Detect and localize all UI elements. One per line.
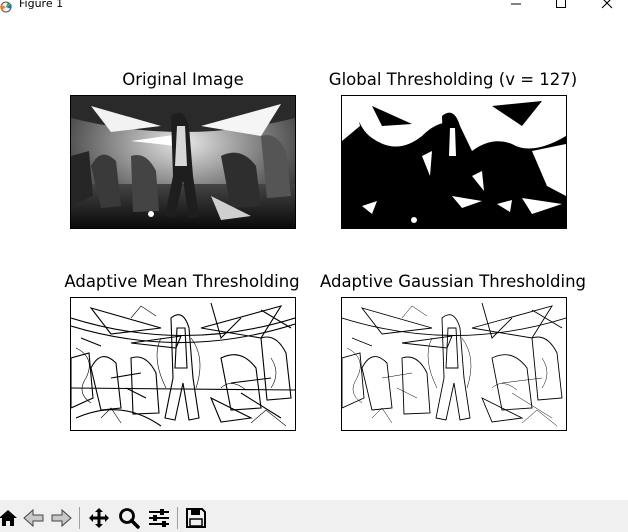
minimize-button[interactable] [493,0,539,12]
save-button[interactable] [184,507,208,529]
toolbar-separator [79,507,80,529]
figure-canvas[interactable]: Original Image Global Thresholding (v = … [0,12,628,500]
back-button[interactable] [22,507,46,529]
back-arrow-icon [23,508,44,528]
matplotlib-app-icon [0,0,14,13]
figure-window: Figure 1 Original Image Global Threshold… [0,0,628,532]
save-floppy-icon [186,508,206,528]
subplot-title-global: Global Thresholding (v = 127) [328,70,578,89]
navigation-toolbar [0,500,628,532]
configure-subplots-icon [149,509,169,527]
home-button[interactable] [0,507,20,529]
title-bar: Figure 1 [0,0,628,13]
configure-subplots-button[interactable] [147,507,171,529]
zoom-button[interactable] [117,507,141,529]
maximize-icon [556,0,566,8]
window-title: Figure 1 [19,0,64,10]
home-icon [0,510,17,526]
close-button[interactable] [584,0,628,12]
subplot-title-adaptive-mean: Adaptive Mean Thresholding [64,272,300,291]
global-threshold-image [342,96,566,228]
pan-move-icon [89,508,109,528]
subplot-title-adaptive-gaussian: Adaptive Gaussian Thresholding [319,272,587,291]
zoom-magnifier-icon [119,508,140,529]
original-image-axes [70,95,296,229]
adaptive-mean-axes [70,297,296,431]
adaptive-mean-image [71,298,295,430]
toolbar-separator [177,507,178,529]
original-grayscale-image [71,96,295,228]
global-threshold-axes [341,95,567,229]
adaptive-gaussian-image [342,298,566,430]
forward-arrow-icon [51,508,72,528]
adaptive-gaussian-axes [341,297,567,431]
minimize-icon [511,3,521,5]
forward-button[interactable] [49,507,73,529]
close-icon [601,0,613,9]
subplot-title-original: Original Image [122,70,244,89]
maximize-button[interactable] [538,0,584,12]
pan-button[interactable] [87,507,111,529]
